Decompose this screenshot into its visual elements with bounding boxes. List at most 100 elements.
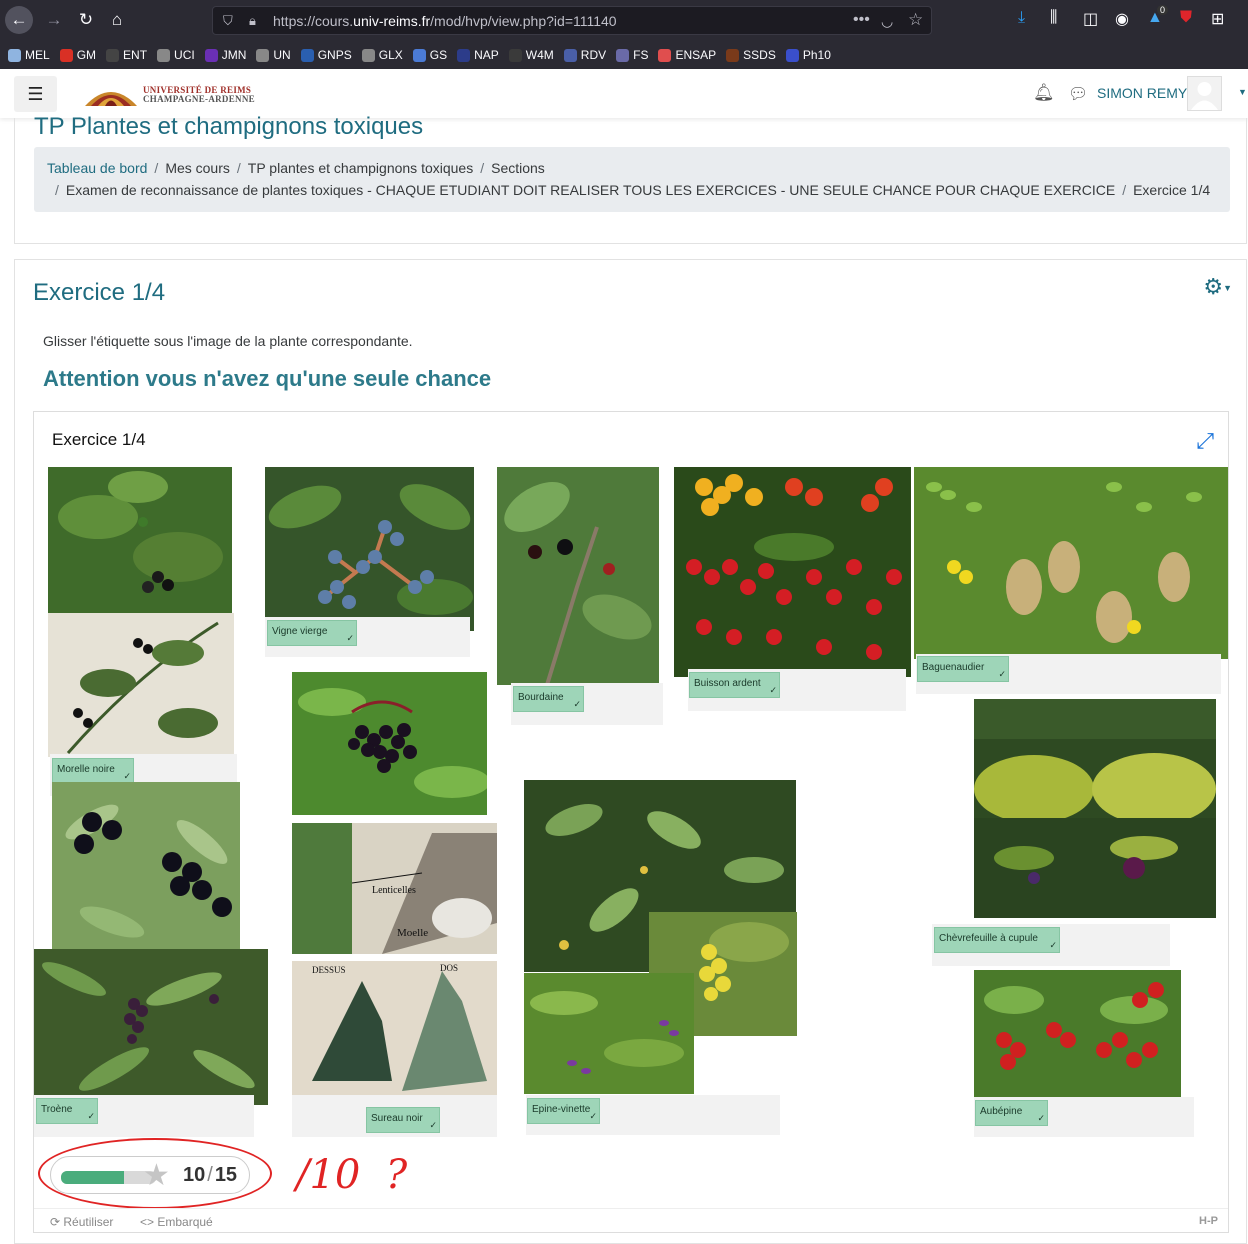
bookmark-favicon-icon — [412, 48, 426, 62]
bookmark-un[interactable]: UN — [256, 48, 291, 62]
page-header-card: TP Plantes et champignons toxiques Table… — [14, 113, 1247, 244]
bookmark-glx[interactable]: GLX — [361, 48, 403, 62]
back-button[interactable]: ← — [5, 6, 33, 34]
activity-settings-menu[interactable]: ⚙▼ — [1203, 274, 1232, 300]
user-silhouette-icon — [1191, 82, 1218, 110]
breadcrumb-my-courses[interactable]: Mes cours — [165, 160, 230, 176]
bookmark-gm[interactable]: GM — [59, 48, 96, 62]
hamburger-icon: ☰ — [27, 83, 44, 104]
embed-icon: <> — [140, 1215, 158, 1229]
plant-image-chevrefeuille-2 — [974, 818, 1216, 918]
bookmark-favicon-icon — [204, 48, 218, 62]
label-baguenaudier[interactable]: Baguenaudier ✓ — [917, 656, 1009, 682]
embed-button[interactable]: <> Embarqué — [140, 1215, 213, 1229]
check-icon: ✓ — [573, 699, 581, 709]
forward-button[interactable]: → — [40, 6, 68, 34]
plant-image-aubepine — [974, 970, 1181, 1097]
bookmark-ph10[interactable]: Ph10 — [785, 48, 831, 62]
pocket-icon[interactable]: ◡ — [881, 13, 893, 30]
bookmark-ensap[interactable]: ENSAP — [658, 48, 716, 62]
extensions-grid-icon[interactable]: ⊞ — [1211, 9, 1224, 29]
image-caption-dessus: DESSUS — [312, 965, 346, 975]
bell-icon[interactable]: 🔔︎ — [1033, 83, 1055, 103]
label-epine-vinette[interactable]: Epine-vinette ✓ — [527, 1098, 600, 1124]
label-aubepine[interactable]: Aubépine ✓ — [975, 1100, 1048, 1126]
bookmark-ssds[interactable]: SSDS — [726, 48, 776, 62]
reload-icon: ↻ — [78, 10, 94, 29]
plant-image-vigne-vierge — [265, 467, 474, 631]
warning-heading: Attention vous n'avez qu'une seule chanc… — [43, 366, 492, 391]
check-icon: ✓ — [346, 633, 354, 643]
reload-button[interactable]: ↻ — [72, 6, 100, 34]
bookmark-favicon-icon — [726, 48, 740, 62]
label-vigne-vierge[interactable]: Vigne vierge ✓ — [267, 620, 357, 646]
bookmark-uci[interactable]: UCI — [157, 48, 195, 62]
bookmark-favicon-icon — [785, 48, 799, 62]
url-domain: univ-reims.fr — [353, 13, 431, 29]
bookmark-rdv[interactable]: RDV — [563, 48, 606, 62]
plant-image-chevrefeuille-1 — [974, 699, 1216, 824]
bookmark-favicon-icon — [361, 48, 375, 62]
image-caption-dos: DOS — [440, 963, 458, 973]
check-icon: ✓ — [87, 1111, 95, 1121]
check-icon: ✓ — [1049, 940, 1057, 950]
account-icon[interactable]: ◉ — [1115, 9, 1129, 29]
bookmark-star-icon[interactable]: ☆ — [908, 10, 923, 30]
bookmark-mel[interactable]: MEL — [8, 48, 50, 62]
plant-image-sureau-3: DESSUS DOS — [292, 961, 497, 1098]
home-icon: ⌂ — [111, 10, 123, 29]
check-icon: ✓ — [123, 771, 131, 781]
site-header: ☰ UNIVERSITÉ DE REIMS CHAMPAGNE-ARDENNE … — [0, 69, 1248, 118]
breadcrumb-exam[interactable]: Examen de reconnaissance de plantes toxi… — [66, 182, 1115, 198]
bookmark-w4m[interactable]: W4M — [508, 48, 554, 62]
bookmark-ent[interactable]: ENT — [106, 48, 147, 62]
bookmark-nap[interactable]: NAP — [457, 48, 499, 62]
library-icon[interactable]: ⫼ — [1050, 9, 1057, 27]
sidebar-icon[interactable]: ◫ — [1083, 9, 1098, 29]
drawer-toggle-button[interactable]: ☰ — [14, 76, 57, 112]
h5p-title: Exercice 1/4 — [52, 430, 146, 449]
bookmark-fs[interactable]: FS — [616, 48, 648, 62]
bookmark-gs[interactable]: GS — [412, 48, 447, 62]
label-troene[interactable]: Troène ✓ — [36, 1098, 98, 1124]
url-text[interactable]: https://cours.univ-reims.fr/mod/hvp/view… — [273, 13, 617, 29]
more-actions-icon[interactable]: ••• — [853, 11, 870, 29]
h5p-logo[interactable]: H-P — [1199, 1215, 1218, 1227]
check-icon: ✓ — [769, 685, 777, 695]
avatar[interactable] — [1187, 76, 1222, 111]
check-icon: ✓ — [429, 1120, 437, 1130]
label-bourdaine[interactable]: Bourdaine ✓ — [513, 686, 584, 712]
check-icon: ✓ — [998, 669, 1006, 679]
bookmark-jmn[interactable]: JMN — [204, 48, 246, 62]
fullscreen-button[interactable]: ⤢ — [1196, 428, 1214, 454]
chat-icon[interactable]: 💬︎ — [1068, 84, 1088, 104]
home-button[interactable]: ⌂ — [103, 6, 131, 34]
lock-icon[interactable]: 🔒︎ — [249, 13, 256, 29]
shield-icon[interactable]: ⛉ — [223, 13, 233, 29]
url-bar[interactable]: ⛉ 🔒︎ https://cours.univ-reims.fr/mod/hvp… — [212, 6, 932, 35]
plant-image-troene-2 — [34, 949, 268, 1105]
url-prefix: https://cours. — [273, 13, 354, 29]
label-buisson-ardent[interactable]: Buisson ardent ✓ — [689, 672, 780, 698]
bookmark-gnps[interactable]: GNPS — [300, 48, 352, 62]
reuse-button[interactable]: ⟳ Réutiliser — [50, 1215, 113, 1229]
label-sureau-noir[interactable]: Sureau noir ✓ — [366, 1107, 440, 1133]
h5p-drag-and-drop: Exercice 1/4 ⤢ Morelle noire ✓ Troène ✓ Vi… — [33, 411, 1229, 1233]
user-menu-name[interactable]: SIMON REMY — [1097, 85, 1187, 101]
university-logo[interactable]: UNIVERSITÉ DE REIMS CHAMPAGNE-ARDENNE — [83, 81, 255, 109]
bookmark-favicon-icon — [563, 48, 577, 62]
plant-image-epine-3 — [524, 973, 694, 1094]
label-morelle-noire[interactable]: Morelle noire ✓ — [52, 758, 134, 784]
ublock-icon[interactable]: ⛊ — [1180, 9, 1192, 27]
bookmark-favicon-icon — [457, 48, 471, 62]
user-menu-caret-icon[interactable]: ▼ — [1238, 87, 1247, 97]
bookmarks-bar: MEL GM ENT UCI JMN UN GNPS GLX GS NAP W4M RDV FS ENSA… — [0, 42, 1248, 68]
breadcrumb-dashboard[interactable]: Tableau de bord — [47, 160, 147, 176]
instructions-text: Glisser l'étiquette sous l'image de la p… — [43, 333, 413, 349]
arrow-right-icon: → — [45, 10, 63, 29]
label-chevrefeuille[interactable]: Chèvrefeuille à cupule ✓ — [934, 927, 1060, 953]
breadcrumb-course[interactable]: TP plantes et champignons toxiques — [248, 160, 473, 176]
image-caption-moelle: Moelle — [397, 927, 428, 939]
download-icon[interactable]: ⤓ — [1018, 9, 1025, 27]
breadcrumb-sections[interactable]: Sections — [491, 160, 545, 176]
